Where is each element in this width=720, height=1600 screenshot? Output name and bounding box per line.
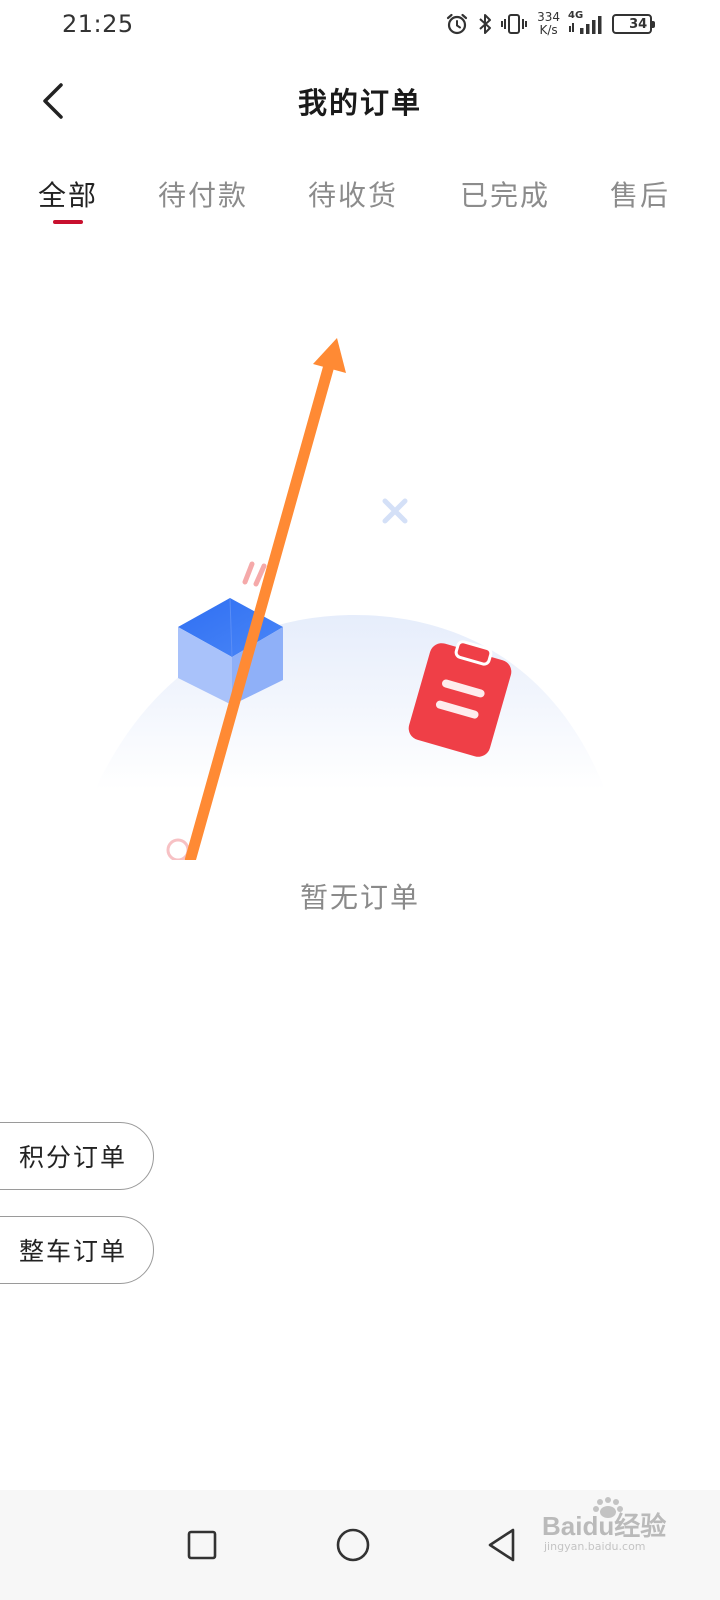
baidu-watermark: Baidu经验 jingyan.baidu.com: [540, 1496, 676, 1560]
tab-after-sales[interactable]: 售后: [610, 174, 670, 214]
empty-illustration: [95, 338, 605, 860]
nav-back-button[interactable]: [467, 1510, 537, 1580]
home-icon: [336, 1528, 370, 1562]
battery-level: 34: [629, 16, 648, 32]
empty-state-text: 暂无订单: [299, 881, 420, 914]
signal-icon: 4G: [568, 10, 604, 36]
points-orders-button[interactable]: 积分订单: [0, 1122, 154, 1190]
watermark-subtext: jingyan.baidu.com: [544, 1540, 646, 1553]
status-bar: 21:25 334 K/s 4G 34: [0, 0, 720, 52]
x-decoration-icon: [382, 498, 408, 524]
battery-icon: 34: [612, 14, 655, 34]
vehicle-orders-button[interactable]: 整车订单: [0, 1216, 154, 1284]
tab-pending-payment[interactable]: 待付款: [158, 174, 248, 214]
vibrate-icon: [501, 12, 528, 36]
active-tab-indicator: [53, 220, 83, 224]
order-tabs: 全部 待付款 待收货 已完成 售后: [0, 168, 720, 238]
tab-pending-receipt[interactable]: 待收货: [308, 174, 398, 214]
recent-apps-button[interactable]: [167, 1510, 237, 1580]
recent-apps-icon: [187, 1530, 217, 1560]
watermark-text: Baidu经验: [542, 1511, 667, 1541]
status-icons: 334 K/s 4G 34: [445, 8, 655, 40]
header: 我的订单: [0, 60, 720, 140]
status-time: 21:25: [62, 10, 134, 38]
alarm-icon: [445, 12, 469, 36]
back-icon: [488, 1528, 515, 1562]
tab-all[interactable]: 全部: [38, 174, 98, 214]
home-button[interactable]: [318, 1510, 388, 1580]
tab-completed[interactable]: 已完成: [460, 174, 550, 214]
circle-decoration-icon: [166, 838, 190, 860]
net-speed: 334 K/s: [537, 11, 560, 37]
background-hill: [95, 615, 605, 790]
network-type: 4G: [568, 10, 584, 21]
net-speed-unit: K/s: [539, 23, 558, 37]
bluetooth-icon: [477, 12, 493, 36]
page-title: 我的订单: [297, 86, 422, 120]
